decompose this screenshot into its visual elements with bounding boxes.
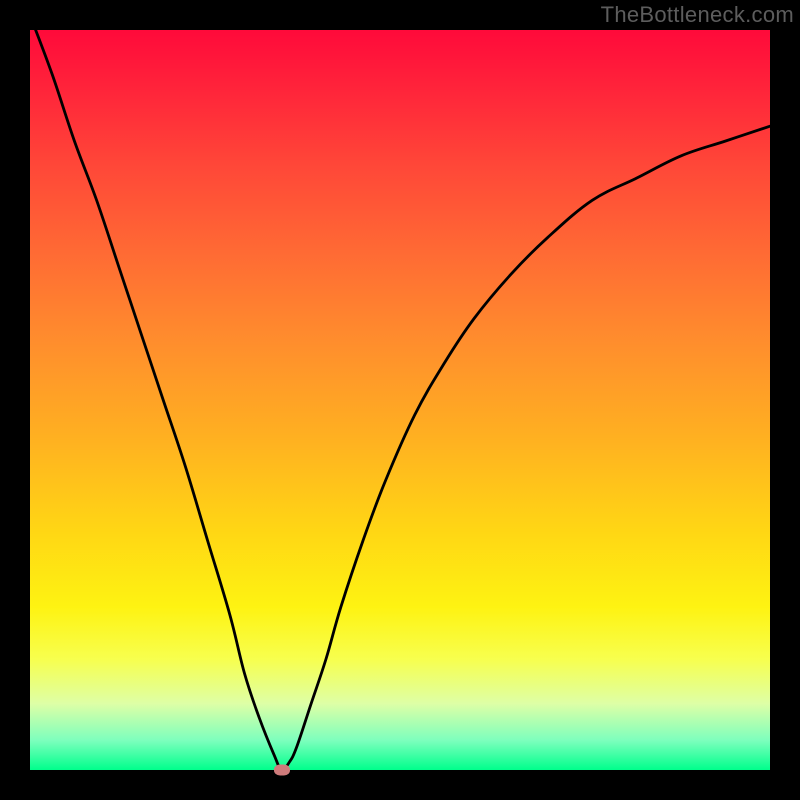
curve-layer: [30, 30, 770, 770]
chart-frame: TheBottleneck.com: [0, 0, 800, 800]
min-point-marker: [274, 765, 290, 776]
watermark-label: TheBottleneck.com: [601, 2, 794, 28]
plot-area: [30, 30, 770, 770]
bottleneck-curve: [30, 15, 770, 770]
